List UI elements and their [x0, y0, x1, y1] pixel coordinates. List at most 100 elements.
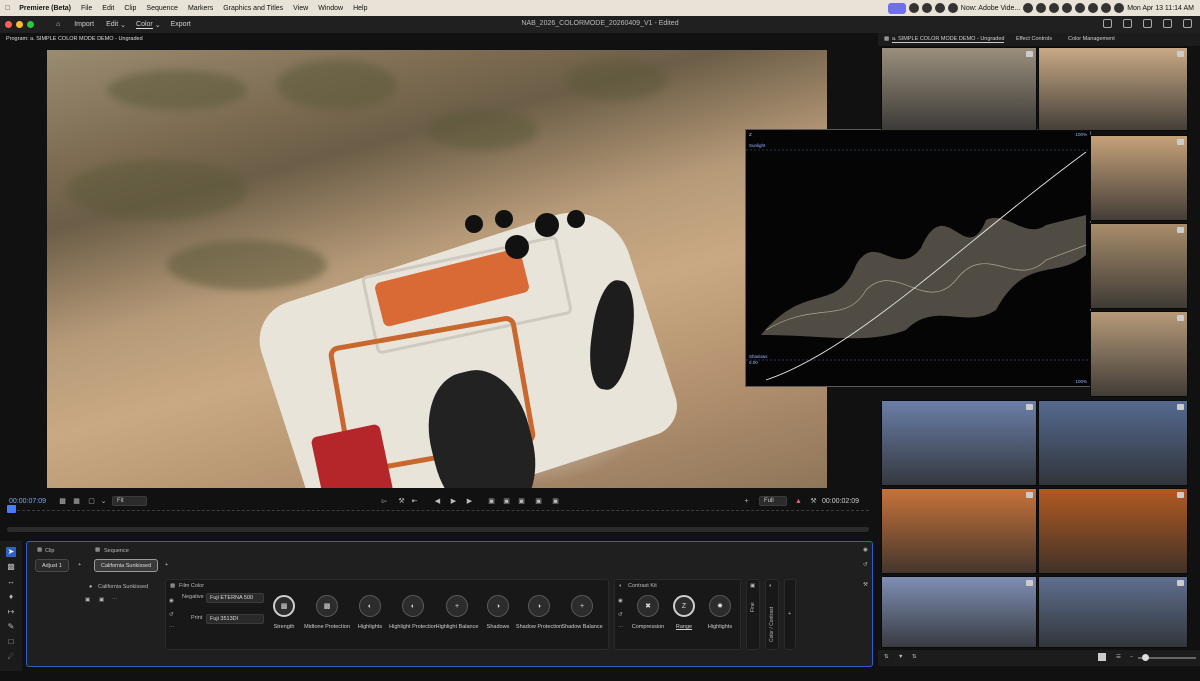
track-select-icon[interactable]: ▩: [6, 562, 16, 572]
chevron-down-icon[interactable]: ⌄: [155, 21, 161, 29]
tab-project[interactable]: a. SIMPLE COLOR MODE DEMO - Ungraded: [892, 36, 1005, 43]
wrench-icon[interactable]: ⚒: [863, 582, 868, 588]
print-select[interactable]: Fuji 3513DI: [206, 614, 264, 624]
more-icon[interactable]: ⋯: [618, 625, 624, 631]
mark-in-icon[interactable]: ▻: [381, 498, 388, 505]
tray-icon[interactable]: [1036, 3, 1047, 13]
menu-window[interactable]: Window: [313, 5, 348, 12]
wrench-icon[interactable]: ⚒: [810, 498, 817, 505]
play-icon[interactable]: ▶: [450, 498, 457, 505]
close-window-button[interactable]: [5, 21, 12, 28]
menu-view[interactable]: View: [288, 5, 313, 12]
settings-icon[interactable]: [1143, 19, 1152, 28]
menu-clip[interactable]: Clip: [119, 5, 141, 12]
chevron-down-icon[interactable]: ⌄: [120, 21, 126, 29]
clip-thumbnail[interactable]: [881, 400, 1037, 486]
layout-icon[interactable]: [1163, 19, 1172, 28]
ripple-edit-icon[interactable]: ↔: [6, 577, 16, 587]
tab-project-icon[interactable]: ▩: [884, 36, 889, 42]
tab-sequence[interactable]: Sequence: [104, 548, 129, 554]
save-icon[interactable]: ▣: [99, 597, 104, 603]
rectangle-icon[interactable]: □: [6, 637, 16, 647]
zoom-scrollbar[interactable]: [7, 527, 869, 532]
compression-knob[interactable]: ✖: [637, 595, 659, 617]
clip-thumbnail[interactable]: [1038, 400, 1188, 486]
menu-help[interactable]: Help: [348, 5, 372, 12]
bypass-icon[interactable]: ▣: [85, 597, 90, 603]
reset-icon[interactable]: ↺: [169, 612, 174, 618]
add-icon[interactable]: +: [788, 611, 791, 617]
clip-thumbnail[interactable]: [1038, 488, 1188, 574]
add-button-icon[interactable]: +: [743, 498, 750, 505]
add-section-tab[interactable]: +: [784, 579, 796, 650]
slider-handle[interactable]: [1142, 654, 1149, 661]
time-ruler[interactable]: [7, 505, 869, 522]
list-mode-icon[interactable]: ☰: [1116, 654, 1121, 660]
clip-thumbnail[interactable]: [1090, 311, 1188, 397]
clip-thumbnail[interactable]: [881, 47, 1037, 131]
clip-thumbnail[interactable]: [881, 576, 1037, 648]
export-frame-icon[interactable]: ▣: [518, 498, 525, 505]
zoom-window-button[interactable]: [27, 21, 34, 28]
contrast-highlights-knob[interactable]: ✸: [709, 595, 731, 617]
reset-icon[interactable]: ↺: [618, 612, 623, 618]
grid-view-icon[interactable]: [1098, 653, 1106, 661]
step-back-icon[interactable]: ◀: [434, 498, 441, 505]
window-icon[interactable]: [1183, 19, 1192, 28]
tray-icon[interactable]: [908, 3, 919, 13]
filter-icon[interactable]: ▼: [898, 654, 903, 660]
more-icon[interactable]: ⋯: [112, 597, 118, 603]
color-contrast-tab[interactable]: ◐ Color / Contrast: [765, 579, 779, 650]
home-icon[interactable]: ⌂: [56, 21, 60, 28]
razor-icon[interactable]: ♦: [6, 592, 16, 602]
program-video-frame[interactable]: [47, 50, 827, 488]
sort-icon[interactable]: ⇅: [912, 654, 917, 660]
tray-icon[interactable]: [934, 3, 945, 13]
tray-icon[interactable]: [1023, 3, 1034, 13]
resolution-select[interactable]: Full: [759, 496, 787, 506]
negative-select[interactable]: Fuji ETERNA 500: [206, 593, 264, 603]
type-icon[interactable]: ☄: [6, 652, 16, 662]
add-icon[interactable]: +: [165, 562, 168, 568]
selection-tool-icon[interactable]: ➤: [6, 547, 16, 557]
nav-color[interactable]: Color: [136, 21, 153, 29]
tray-icon[interactable]: [1049, 3, 1060, 13]
sequence-icon[interactable]: ▩: [95, 547, 100, 553]
screen-record-icon[interactable]: [887, 2, 906, 14]
safe-margins-icon[interactable]: ▢: [88, 498, 95, 505]
highlights-knob[interactable]: ◐: [359, 595, 381, 617]
shadow-balance-knob[interactable]: +: [571, 595, 593, 617]
menu-graphics-titles[interactable]: Graphics and Titles: [218, 5, 288, 12]
menu-file[interactable]: File: [76, 5, 97, 12]
tray-icon[interactable]: [947, 3, 958, 13]
color-wheel-icon[interactable]: ▲: [795, 498, 802, 505]
shadows-knob[interactable]: ◑: [487, 595, 509, 617]
button-editor-icon[interactable]: ▣: [552, 498, 559, 505]
tab-color-management[interactable]: Color Management: [1068, 36, 1115, 42]
more-icon[interactable]: ⋯: [169, 625, 175, 631]
fine-tab[interactable]: ▣ Fine: [746, 579, 760, 650]
settings-icon[interactable]: ▩: [59, 498, 66, 505]
now-playing[interactable]: Now: Adobe Vide...: [961, 5, 1020, 12]
compare-icon[interactable]: ▣: [535, 498, 542, 505]
tab-clip[interactable]: Clip: [45, 548, 54, 554]
slip-icon[interactable]: ↦: [6, 607, 16, 617]
tray-icon[interactable]: [1075, 3, 1086, 13]
insert-icon[interactable]: ▣: [488, 498, 495, 505]
look-chip[interactable]: California Sunkissed: [94, 559, 159, 572]
playhead[interactable]: [7, 505, 16, 513]
clip-thumbnail[interactable]: [1038, 47, 1188, 131]
control-center-icon[interactable]: [1114, 3, 1125, 13]
clip-icon[interactable]: ▩: [37, 547, 42, 553]
search-icon[interactable]: [1101, 3, 1112, 13]
step-forward-icon[interactable]: ▶: [466, 498, 473, 505]
overwrite-icon[interactable]: ▣: [503, 498, 510, 505]
mark-out-icon[interactable]: ⇤: [411, 498, 418, 505]
fit-zoom-select[interactable]: Fit: [112, 496, 147, 506]
wifi-icon[interactable]: [1088, 3, 1099, 13]
pen-icon[interactable]: ✎: [6, 622, 16, 632]
apple-icon[interactable]: : [0, 5, 15, 12]
minimize-window-button[interactable]: [16, 21, 23, 28]
reset-icon[interactable]: ↺: [863, 562, 868, 568]
nav-export[interactable]: Export: [171, 21, 191, 28]
